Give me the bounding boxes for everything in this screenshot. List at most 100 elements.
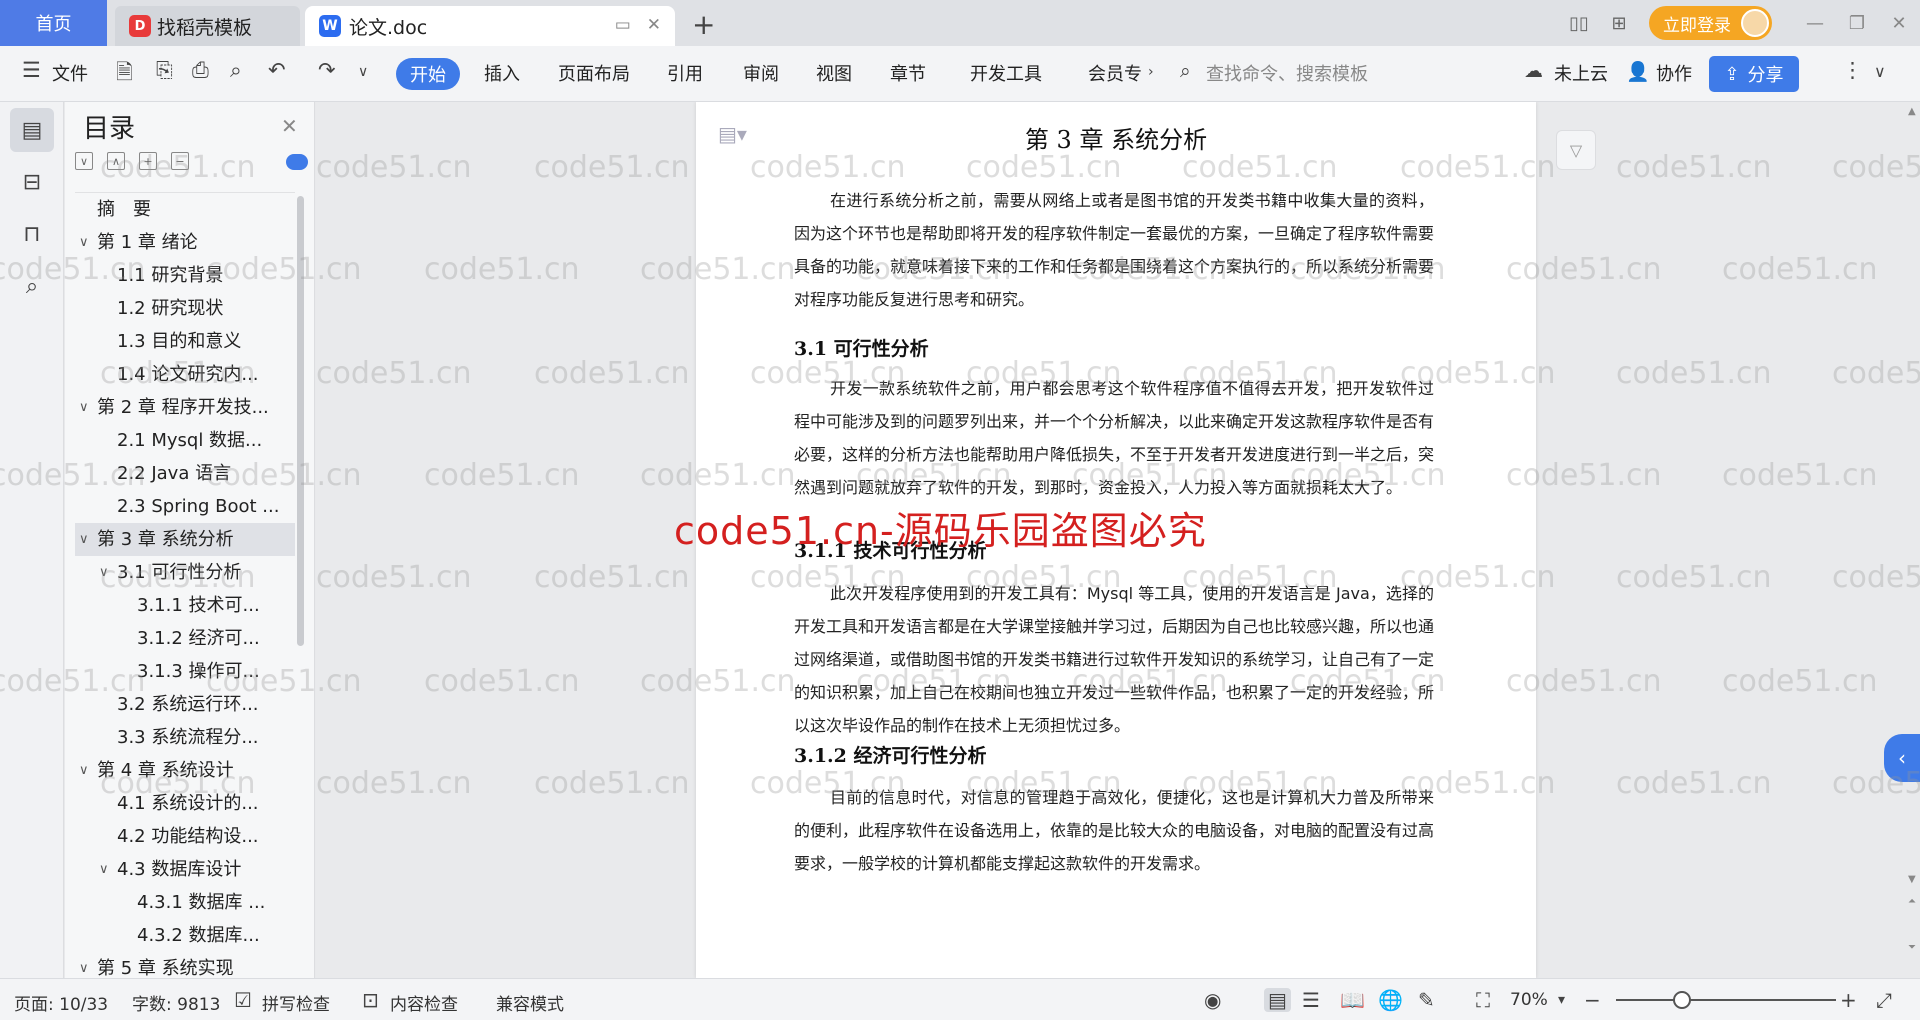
chevron-down-icon[interactable]: ∨ (358, 64, 368, 80)
tab-insert[interactable]: 插入 (484, 60, 520, 86)
undo-icon[interactable]: ↶ (268, 58, 286, 82)
toc-item[interactable]: 3.2 系统运行环... (75, 688, 295, 721)
toc-item[interactable]: ∨ 第 3 章 系统分析 (75, 523, 295, 556)
collapse-icon[interactable]: ∧ (107, 152, 125, 170)
zoom-slider-handle[interactable] (1673, 991, 1691, 1009)
zoom-dropdown-icon[interactable]: ▾ (1558, 992, 1565, 1008)
toc-item[interactable]: ∨ 第 1 章 绪论 (75, 226, 295, 259)
redo-icon[interactable]: ↷ (318, 58, 336, 82)
toc-item[interactable]: 3.3 系统流程分... (75, 721, 295, 754)
zoom-level[interactable]: 70% (1510, 990, 1548, 1010)
tab-template[interactable]: D 找稻壳模板 (115, 6, 300, 46)
menu-icon[interactable]: ☰ (22, 58, 41, 82)
vertical-scrollbar[interactable]: ▲ ▼ ⏶ ⏷ (1906, 102, 1920, 978)
chevron-down-icon[interactable]: ∨ (99, 853, 109, 886)
toc-item[interactable]: 4.3.2 数据库... (75, 919, 295, 952)
zoom-slider[interactable] (1616, 999, 1836, 1001)
tab-member[interactable]: 会员专 (1088, 60, 1142, 86)
share-button[interactable]: ⇪ 分享 (1709, 56, 1799, 92)
close-window-icon[interactable]: ✕ (1878, 13, 1920, 34)
zoom-in-icon[interactable]: + (1840, 988, 1857, 1012)
expand-icon[interactable]: ∨ (75, 152, 93, 170)
navigation-icon[interactable]: ⊟ (10, 160, 54, 204)
print-icon[interactable]: ⎙ (192, 58, 209, 83)
tab-references[interactable]: 引用 (667, 60, 703, 86)
eye-protection-icon[interactable]: ◉ (1204, 988, 1221, 1012)
page-view-icon[interactable]: ▤ (1264, 988, 1291, 1012)
spell-check-button[interactable]: 拼写检查 (262, 990, 330, 1015)
toc-item[interactable]: ∨ 第 4 章 系统设计 (75, 754, 295, 787)
chevron-right-icon[interactable]: › (1148, 64, 1154, 80)
reading-view-icon[interactable]: 📖 (1340, 988, 1365, 1012)
toc-item[interactable]: 4.1 系统设计的... (75, 787, 295, 820)
tab-section[interactable]: 章节 (890, 60, 926, 86)
scroll-down-icon[interactable]: ▼ (1908, 874, 1916, 885)
toc-item[interactable]: 摘 要 (75, 193, 295, 226)
toc-item[interactable]: 1.4 论文研究内... (75, 358, 295, 391)
page-count[interactable]: 页面: 10/33 (14, 990, 108, 1015)
find-icon[interactable]: ⌕ (10, 264, 54, 308)
chevron-down-icon[interactable]: ∨ (79, 226, 89, 259)
toc-item[interactable]: 2.2 Java 语言 (75, 457, 295, 490)
chevron-down-icon[interactable]: ∨ (79, 391, 89, 424)
filter-icon[interactable]: ▽ (1556, 130, 1596, 170)
fullscreen-icon[interactable]: ⤢ (1876, 988, 1892, 1012)
page-up-icon[interactable]: ⏶ (1908, 896, 1916, 907)
tab-view[interactable]: 视图 (816, 60, 852, 86)
ai-icon[interactable] (286, 154, 308, 170)
save-icon[interactable]: 🗎 (116, 58, 133, 93)
collapse-ribbon-icon[interactable]: ∨ (1874, 62, 1886, 81)
toc-item[interactable]: 1.1 研究背景 (75, 259, 295, 292)
home-tab[interactable]: 首页 (0, 0, 107, 46)
toc-item[interactable]: ∨ 4.3 数据库设计 (75, 853, 295, 886)
close-tab-icon[interactable]: ✕ (647, 15, 661, 35)
toc-item[interactable]: 1.2 研究现状 (75, 292, 295, 325)
tab-document[interactable]: W 论文.doc ▭ ✕ (305, 6, 675, 46)
toc-item[interactable]: 4.3.1 数据库 ... (75, 886, 295, 919)
fit-page-icon[interactable]: ⛶ (1476, 988, 1490, 1012)
tab-developer[interactable]: 开发工具 (970, 60, 1042, 86)
more-icon[interactable]: ⋮ (1842, 58, 1863, 82)
chevron-down-icon[interactable]: ∨ (79, 754, 89, 787)
search-input[interactable]: 查找命令、搜索模板 (1206, 60, 1368, 86)
print-preview-icon[interactable]: ⌕ (230, 58, 242, 83)
toc-item[interactable]: 4.2 功能结构设... (75, 820, 295, 853)
remove-heading-icon[interactable]: − (171, 152, 189, 170)
toc-item[interactable]: 3.1.2 经济可... (75, 622, 295, 655)
file-menu[interactable]: 文件 (52, 60, 88, 86)
chevron-down-icon[interactable]: ∨ (79, 523, 89, 556)
toc-item[interactable]: ∨ 第 5 章 系统实现 (75, 952, 295, 978)
toc-item[interactable]: 3.1.3 操作可... (75, 655, 295, 688)
login-button[interactable]: 立即登录 (1649, 6, 1772, 40)
scroll-up-icon[interactable]: ▲ (1908, 106, 1916, 117)
new-tab-button[interactable]: + (692, 8, 715, 41)
write-view-icon[interactable]: ✎ (1418, 988, 1435, 1012)
zoom-out-icon[interactable]: − (1584, 988, 1601, 1012)
chevron-down-icon[interactable]: ∨ (79, 952, 89, 978)
grid-apps-icon[interactable]: ⊞ (1599, 13, 1639, 34)
restore-icon[interactable]: ❐ (1836, 13, 1878, 34)
content-check-button[interactable]: 内容检查 (390, 990, 458, 1015)
add-heading-icon[interactable]: + (139, 152, 157, 170)
toc-icon[interactable]: ▤ (10, 108, 54, 152)
toc-scrollbar[interactable] (297, 196, 304, 646)
toc-item[interactable]: ∨ 第 2 章 程序开发技... (75, 391, 295, 424)
close-icon[interactable]: ✕ (281, 114, 298, 138)
tab-review[interactable]: 审阅 (743, 60, 779, 86)
chevron-down-icon[interactable]: ∨ (99, 556, 109, 589)
cloud-status[interactable]: 未上云 (1554, 60, 1608, 86)
web-view-icon[interactable]: 🌐 (1378, 988, 1403, 1012)
toc-item[interactable]: 1.3 目的和意义 (75, 325, 295, 358)
collab-button[interactable]: 协作 (1656, 60, 1692, 86)
outline-view-icon[interactable]: ☰ (1302, 988, 1320, 1012)
page-down-icon[interactable]: ⏷ (1908, 942, 1916, 953)
toc-item[interactable]: 3.1.1 技术可... (75, 589, 295, 622)
tab-page-layout[interactable]: 页面布局 (558, 60, 630, 86)
export-icon[interactable]: ⎘ (156, 58, 173, 83)
toc-item[interactable]: 2.3 Spring Boot ... (75, 490, 295, 523)
monitor-icon[interactable]: ▭ (615, 15, 631, 35)
bookmark-icon[interactable]: ⊓ (10, 212, 54, 256)
toc-item[interactable]: 2.1 Mysql 数据... (75, 424, 295, 457)
reading-mode-icon[interactable]: ▯▯ (1559, 13, 1599, 34)
toc-item[interactable]: ∨ 3.1 可行性分析 (75, 556, 295, 589)
